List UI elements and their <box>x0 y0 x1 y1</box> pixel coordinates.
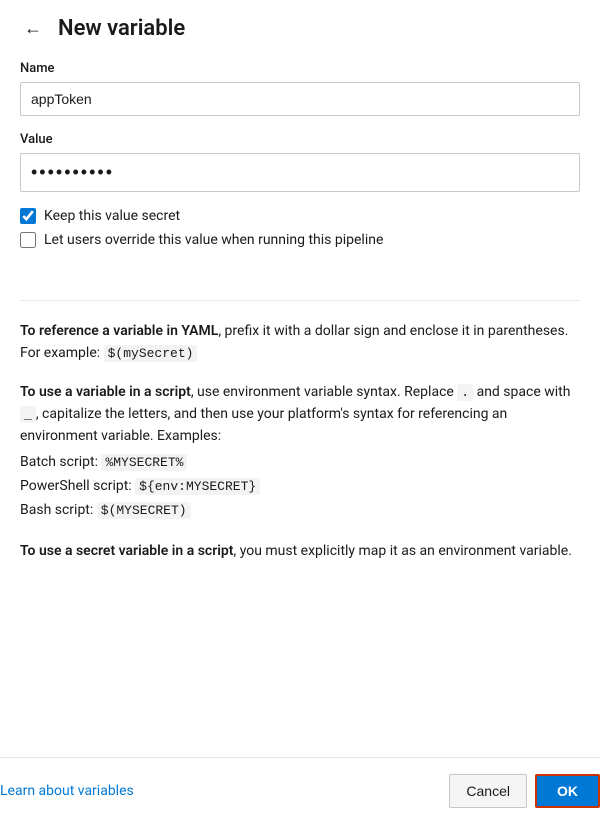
bash-label: Bash script: <box>20 502 97 518</box>
override-checkbox[interactable] <box>20 232 36 248</box>
batch-script-line: Batch script: %MYSECRET% <box>20 451 580 475</box>
batch-code: %MYSECRET% <box>101 454 187 471</box>
name-field-group: Name <box>20 61 580 132</box>
code-mySecret: $(mySecret) <box>104 345 198 362</box>
footer-buttons: Cancel OK <box>449 774 600 808</box>
info-bold-1: To reference a variable in YAML <box>20 323 218 339</box>
back-button[interactable]: ← <box>20 16 46 41</box>
code-underscore: _ <box>20 406 36 423</box>
override-row: Let users override this value when runni… <box>20 232 580 248</box>
powershell-script-line: PowerShell script: ${env:MYSECRET} <box>20 475 580 499</box>
code-dot: . <box>457 384 473 401</box>
value-field-group: Value <box>20 132 580 208</box>
bash-code: $(MYSECRET) <box>97 502 191 519</box>
checkboxes-section: Keep this value secret Let users overrid… <box>20 208 580 256</box>
value-input[interactable] <box>20 153 580 192</box>
keep-secret-label: Keep this value secret <box>44 208 180 224</box>
info-block-1: To reference a variable in YAML, prefix … <box>20 321 580 364</box>
bash-script-line: Bash script: $(MYSECRET) <box>20 499 580 523</box>
info-block-3: To use a secret variable in a script, yo… <box>20 541 580 563</box>
keep-secret-row: Keep this value secret <box>20 208 580 224</box>
script-examples: Batch script: %MYSECRET% PowerShell scri… <box>20 451 580 522</box>
value-label: Value <box>20 132 580 147</box>
footer: Learn about variables Cancel OK <box>0 757 600 824</box>
batch-label: Batch script: <box>20 454 101 470</box>
powershell-code: ${env:MYSECRET} <box>135 478 260 495</box>
info-text-2: To use a variable in a script, use envir… <box>20 382 580 447</box>
learn-link[interactable]: Learn about variables <box>0 783 134 799</box>
divider <box>20 300 580 301</box>
info-text-1: To reference a variable in YAML, prefix … <box>20 321 580 364</box>
name-input[interactable] <box>20 82 580 116</box>
info-bold-3: To use a secret variable in a script <box>20 543 233 559</box>
info-section: To reference a variable in YAML, prefix … <box>20 321 580 741</box>
override-label: Let users override this value when runni… <box>44 232 383 248</box>
page-title: New variable <box>58 16 185 41</box>
header: ← New variable <box>20 16 580 41</box>
info-block-2: To use a variable in a script, use envir… <box>20 382 580 522</box>
powershell-label: PowerShell script: <box>20 478 135 494</box>
info-bold-2: To use a variable in a script <box>20 384 191 400</box>
name-label: Name <box>20 61 580 76</box>
cancel-button[interactable]: Cancel <box>449 774 527 808</box>
keep-secret-checkbox[interactable] <box>20 208 36 224</box>
ok-button[interactable]: OK <box>535 774 600 808</box>
info-text-3: To use a secret variable in a script, yo… <box>20 541 580 563</box>
